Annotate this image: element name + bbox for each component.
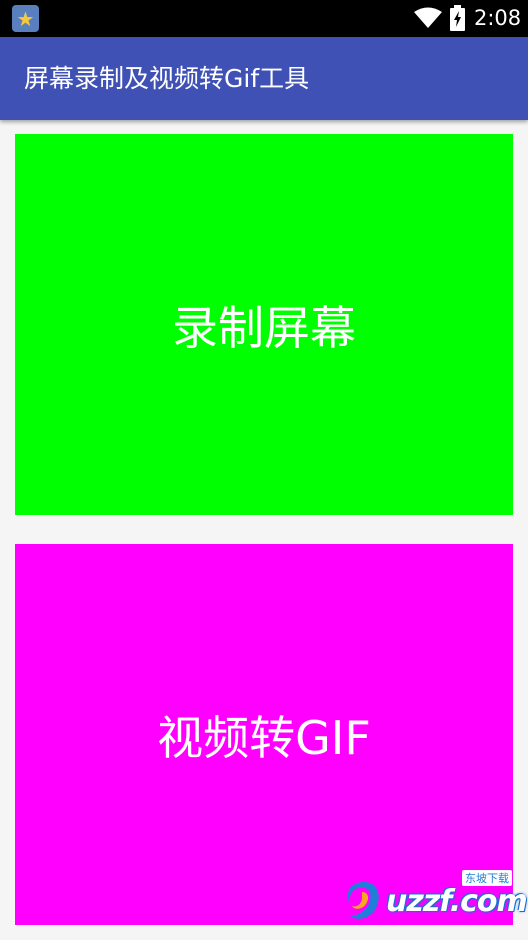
record-screen-label: 录制屏幕: [172, 300, 356, 355]
video-to-gif-button[interactable]: 视频转GIF: [15, 544, 513, 925]
app-star-icon: ★: [12, 5, 39, 32]
watermark: uzzf.com 东坡下载: [340, 870, 528, 932]
watermark-subtext: 东坡下载: [462, 870, 512, 886]
video-to-gif-label: 视频转GIF: [157, 710, 371, 765]
status-bar: ★ 2:08: [0, 0, 528, 37]
app-title: 屏幕录制及视频转Gif工具: [24, 64, 310, 93]
status-time: 2:08: [474, 6, 522, 30]
watermark-logo-icon: [347, 882, 379, 919]
battery-charging-icon: [450, 5, 465, 31]
record-screen-button[interactable]: 录制屏幕: [15, 134, 513, 515]
wifi-icon: [414, 7, 442, 28]
app-bar: 屏幕录制及视频转Gif工具: [0, 37, 528, 120]
watermark-text: uzzf.com: [386, 884, 528, 919]
